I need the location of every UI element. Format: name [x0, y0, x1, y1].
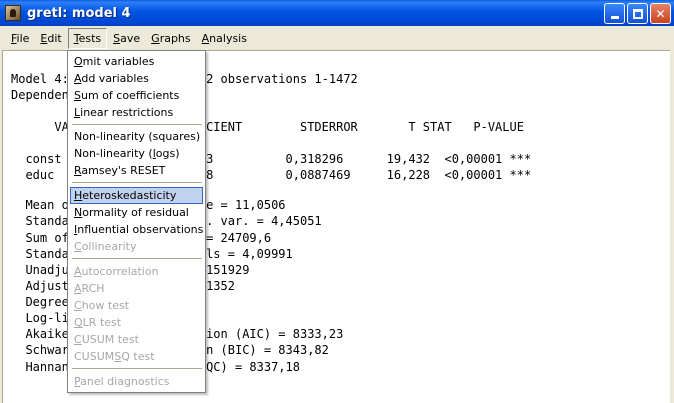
tests-dropdown-menu: Omit variables Add variables Sum of coef… — [67, 50, 206, 393]
window-controls: ✕ — [604, 3, 671, 24]
menu-nonlinearity-logs[interactable]: Non-linearity (logs) — [70, 145, 203, 162]
menu-graphs[interactable]: Graphs — [146, 29, 195, 48]
menu-heteroskedasticity[interactable]: Heteroskedasticity — [70, 187, 203, 204]
menu-cusumsq-test: CUSUMSQ test — [74, 350, 155, 363]
menu-panel-diagnostics: Panel diagnostics — [74, 375, 170, 388]
menu-save[interactable]: Save — [108, 29, 145, 48]
menu-arch: ARCH — [74, 282, 105, 295]
menu-cusum-test: CUSUM test — [74, 333, 139, 346]
menu-separator — [72, 368, 202, 369]
menu-ramsey-reset[interactable]: Ramsey's RESET — [70, 162, 203, 179]
menu-collinearity: Collinearity — [74, 240, 137, 253]
menu-chow-test: Chow test — [74, 299, 130, 312]
menu-separator — [72, 124, 202, 125]
menu-file[interactable]: File — [6, 29, 34, 48]
menu-analysis[interactable]: Analysis — [197, 29, 252, 48]
menu-omit-variables[interactable]: Omit variables — [70, 53, 203, 70]
menu-qlr-test: QLR test — [74, 316, 122, 329]
menu-influential-observations[interactable]: Influential observations — [70, 221, 203, 238]
gretl-app-icon[interactable] — [5, 5, 21, 21]
menu-separator — [72, 182, 202, 183]
menu-bar: File Edit Tests Save Graphs Analysis — [0, 26, 674, 50]
title-bar: gretl: model 4 ✕ — [0, 0, 674, 26]
menu-normality-of-residual[interactable]: Normality of residual — [70, 204, 203, 221]
maximize-icon — [632, 8, 643, 19]
close-button[interactable]: ✕ — [650, 3, 671, 24]
menu-autocorrelation: Autocorrelation — [74, 265, 159, 278]
window-title: gretl: model 4 — [27, 5, 131, 21]
menu-sum-of-coefficients[interactable]: Sum of coefficients — [70, 87, 203, 104]
menu-nonlinearity-squares[interactable]: Non-linearity (squares) — [70, 128, 203, 145]
close-icon: ✕ — [655, 6, 666, 21]
menu-edit[interactable]: Edit — [35, 29, 66, 48]
menu-linear-restrictions[interactable]: Linear restrictions — [70, 104, 203, 121]
maximize-button[interactable] — [627, 3, 648, 24]
minimize-icon — [610, 16, 619, 19]
menu-tests[interactable]: Tests — [67, 27, 108, 49]
menu-add-variables[interactable]: Add variables — [70, 70, 203, 87]
menu-separator — [72, 258, 202, 259]
minimize-button[interactable] — [604, 3, 625, 24]
